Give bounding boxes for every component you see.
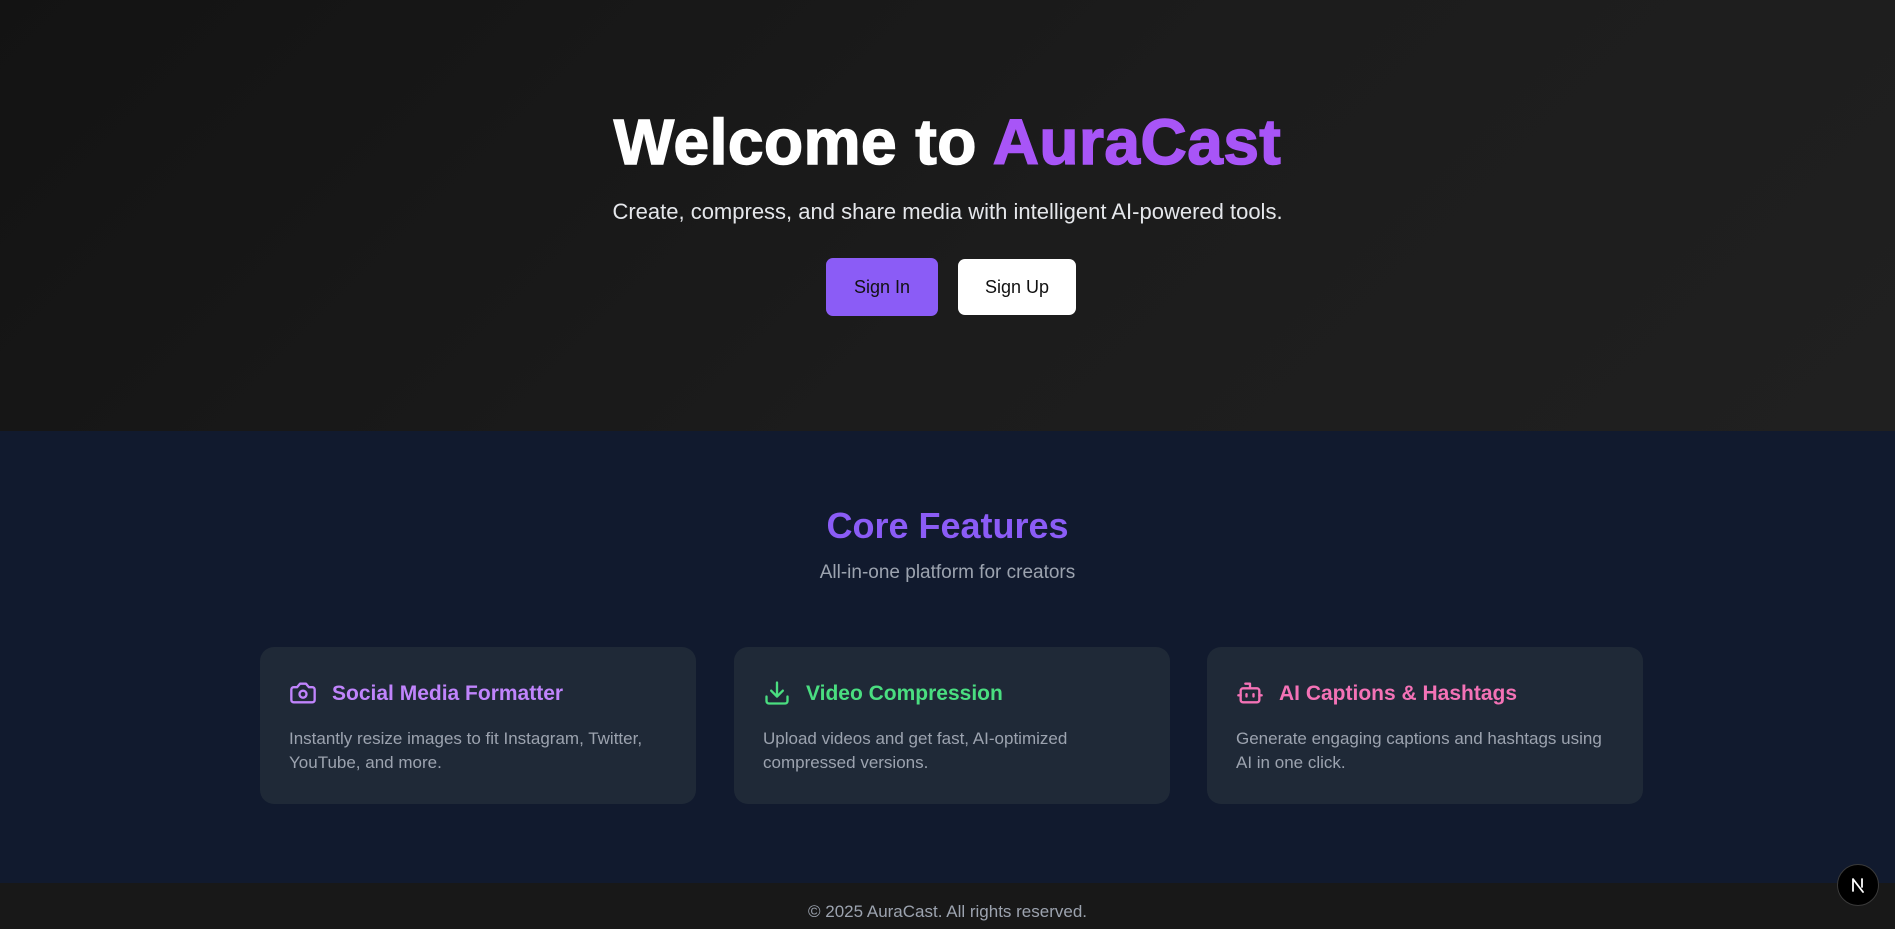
footer: © 2025 AuraCast. All rights reserved. [0, 883, 1895, 929]
footer-copyright: © 2025 AuraCast. All rights reserved. [808, 902, 1087, 921]
feature-card-video-compression: Video Compression Upload videos and get … [734, 647, 1170, 804]
feature-card-description: Upload videos and get fast, AI-optimized… [763, 729, 1068, 772]
hero-subtitle: Create, compress, and share media with i… [612, 199, 1283, 224]
download-icon [765, 681, 789, 705]
feature-card-social-media-formatter: Social Media Formatter Instantly resize … [260, 647, 696, 804]
nextjs-dev-badge[interactable] [1837, 864, 1879, 906]
hero-title-prefix: Welcome to [613, 105, 993, 179]
hero-title-brand: AuraCast [992, 105, 1282, 179]
feature-card-description: Generate engaging captions and hashtags … [1236, 729, 1602, 772]
hero-title: Welcome to AuraCast [0, 104, 1895, 180]
bot-icon [1237, 682, 1263, 704]
feature-card-ai-captions-hashtags: AI Captions & Hashtags Generate engaging… [1207, 647, 1643, 804]
sign-up-button[interactable]: Sign Up [958, 259, 1076, 315]
hero-section: Welcome to AuraCast Create, compress, an… [0, 0, 1895, 431]
nextjs-icon [1852, 878, 1864, 893]
features-title: Core Features [826, 505, 1069, 546]
features-section: Core Features All-in-one platform for cr… [0, 431, 1895, 883]
feature-card-title: Video Compression [806, 682, 1003, 705]
sign-in-button[interactable]: Sign In [826, 258, 938, 316]
feature-card-title: Social Media Formatter [332, 682, 564, 705]
features-subtitle: All-in-one platform for creators [819, 562, 1076, 583]
camera-icon [290, 682, 316, 704]
feature-card-description: Instantly resize images to fit Instagram… [289, 729, 643, 772]
feature-card-title: AI Captions & Hashtags [1279, 682, 1518, 705]
